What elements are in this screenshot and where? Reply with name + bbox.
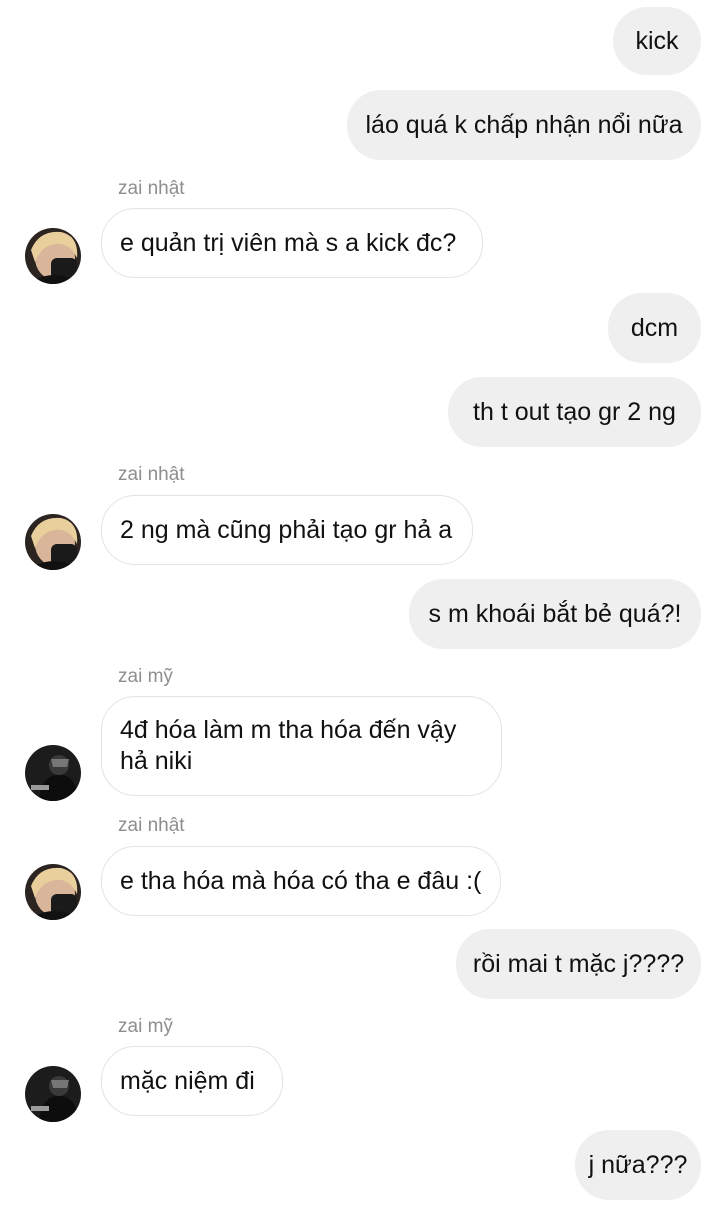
outgoing-message-bubble[interactable]: rồi mai t mặc j???? (456, 929, 701, 999)
incoming-message-bubble[interactable]: mặc niệm đi (101, 1046, 283, 1116)
message-text: láo quá k chấp nhận nổi nữa (365, 110, 683, 139)
avatar-blonde-icon[interactable] (25, 864, 81, 920)
avatar-blonde-icon[interactable] (25, 514, 81, 570)
outgoing-message-bubble[interactable]: dcm (608, 293, 701, 363)
message-text: j nữa??? (588, 1150, 688, 1179)
avatar-blonde-icon[interactable] (25, 228, 81, 284)
message-text: s m khoái bắt bẻ quá?! (428, 599, 682, 628)
message-text: e quản trị viên mà s a kick đc? (120, 228, 457, 257)
sender-name: zai mỹ (118, 1016, 173, 1037)
outgoing-message-bubble[interactable]: j nữa??? (575, 1130, 701, 1200)
incoming-message-bubble[interactable]: e quản trị viên mà s a kick đc? (101, 208, 483, 278)
sender-name: zai mỹ (118, 666, 173, 687)
outgoing-message-bubble[interactable]: láo quá k chấp nhận nổi nữa (347, 90, 701, 160)
avatar-dark-icon[interactable] (25, 745, 81, 801)
sender-name: zai nhật (118, 815, 185, 836)
message-text: th t out tạo gr 2 ng (473, 397, 676, 426)
avatar-dark-icon[interactable] (25, 1066, 81, 1122)
message-text: e tha hóa mà hóa có tha e đâu :( (120, 866, 482, 895)
message-text: kick (635, 26, 679, 55)
sender-name: zai nhật (118, 464, 185, 485)
message-text: mặc niệm đi (120, 1066, 255, 1095)
sender-name: zai nhật (118, 178, 185, 199)
message-text: dcm (630, 313, 679, 342)
incoming-message-bubble[interactable]: 2 ng mà cũng phải tạo gr hả a (101, 495, 473, 565)
outgoing-message-bubble[interactable]: kick (613, 7, 701, 75)
message-text: 2 ng mà cũng phải tạo gr hả a (120, 515, 453, 544)
message-text: 4đ hóa làm m tha hóa đến vậy hả niki (120, 715, 456, 777)
message-text-line: hả niki (120, 747, 193, 775)
incoming-message-bubble[interactable]: e tha hóa mà hóa có tha e đâu :( (101, 846, 501, 916)
outgoing-message-bubble[interactable]: th t out tạo gr 2 ng (448, 377, 701, 447)
incoming-message-bubble[interactable]: 4đ hóa làm m tha hóa đến vậy hả niki (101, 696, 502, 796)
chat-thread: kick láo quá k chấp nhận nổi nữa zai nhậ… (0, 0, 720, 1211)
message-text: rồi mai t mặc j???? (472, 949, 685, 978)
message-text-line: 4đ hóa làm m tha hóa đến vậy (120, 716, 457, 744)
outgoing-message-bubble[interactable]: s m khoái bắt bẻ quá?! (409, 579, 701, 649)
